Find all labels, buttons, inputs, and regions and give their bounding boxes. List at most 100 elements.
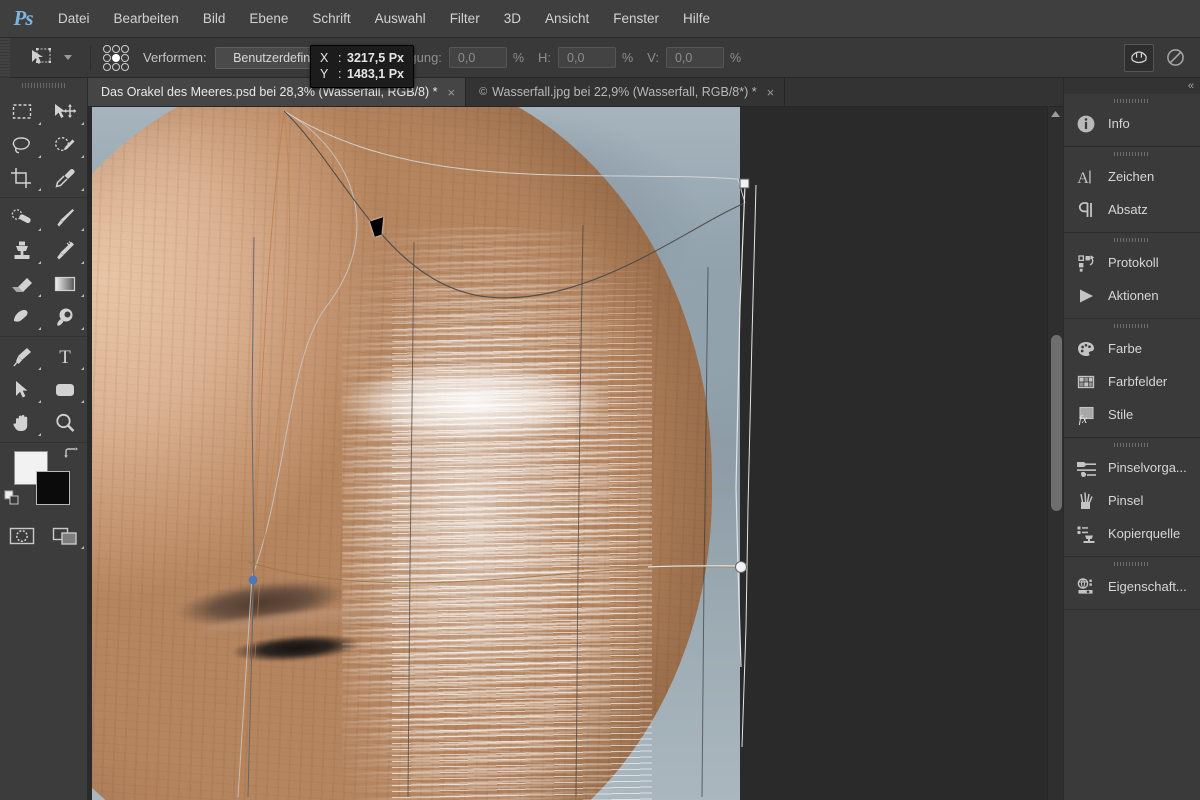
styles-fx-icon: fx: [1075, 404, 1097, 426]
ref-pt-ml[interactable]: [103, 53, 111, 62]
dock-group-grip[interactable]: [1064, 147, 1200, 160]
background-color-swatch[interactable]: [36, 471, 70, 505]
eraser-tool[interactable]: [0, 267, 44, 300]
flyout-corner: [37, 261, 41, 264]
menu-item-ebene[interactable]: Ebene: [237, 0, 300, 38]
warp-mode-toggle-icon[interactable]: [1124, 43, 1154, 72]
crop-tool[interactable]: [0, 161, 44, 194]
pen-tool[interactable]: [0, 340, 44, 373]
flyout-corner: [81, 261, 84, 264]
cancel-transform-icon[interactable]: [1160, 44, 1190, 72]
eyedropper-tool[interactable]: [44, 161, 88, 194]
panel-button-protokoll[interactable]: Protokoll: [1064, 246, 1200, 279]
flyout-corner: [37, 433, 41, 436]
close-icon[interactable]: ×: [447, 86, 455, 99]
artboard[interactable]: [92, 107, 740, 800]
lasso-tool[interactable]: [0, 128, 44, 161]
quick-selection-tool[interactable]: [44, 128, 88, 161]
quick-mask-button[interactable]: [0, 519, 44, 552]
flyout-corner: [37, 367, 41, 370]
ref-pt-center[interactable]: [112, 53, 120, 62]
blur-tool[interactable]: [0, 300, 44, 333]
ref-pt-tl[interactable]: [103, 44, 111, 53]
v-input[interactable]: 0,0: [665, 47, 724, 68]
swap-colors-icon[interactable]: [64, 447, 79, 465]
ref-pt-tc[interactable]: [112, 44, 120, 53]
move-transform-icon[interactable]: [24, 44, 58, 72]
tooltip-y-key: Y: [320, 67, 329, 81]
ref-pt-bl[interactable]: [103, 62, 111, 71]
menu-item-3d[interactable]: 3D: [492, 0, 533, 38]
scroll-up-arrow[interactable]: [1048, 107, 1063, 121]
panel-button-pinselvorgaben[interactable]: Pinselvorga...: [1064, 451, 1200, 484]
flyout-corner: [37, 327, 41, 330]
tools-panel-grip[interactable]: [0, 78, 87, 92]
menu-item-hilfe[interactable]: Hilfe: [671, 0, 722, 38]
menu-item-fenster[interactable]: Fenster: [601, 0, 671, 38]
actions-play-icon: [1075, 285, 1097, 307]
canvas-area[interactable]: [88, 107, 1044, 800]
panel-button-aktionen[interactable]: Aktionen: [1064, 279, 1200, 312]
document-tab-wasserfall[interactable]: © Wasserfall.jpg bei 22,9% (Wasserfall, …: [466, 78, 786, 106]
panel-button-kopierquelle[interactable]: Kopierquelle: [1064, 517, 1200, 550]
dock-collapse-button[interactable]: «: [1064, 78, 1200, 94]
rectangle-shape-tool[interactable]: [44, 373, 88, 406]
dock-group-grip[interactable]: [1064, 557, 1200, 570]
menu-item-schrift[interactable]: Schrift: [300, 0, 362, 38]
photoshop-logo: Ps: [13, 6, 34, 30]
dock-group-type: A Zeichen Absatz: [1064, 147, 1200, 233]
menu-item-auswahl[interactable]: Auswahl: [363, 0, 438, 38]
bend-percent-symbol: %: [512, 50, 525, 65]
reference-point-grid[interactable]: [103, 44, 129, 71]
canvas-vertical-scrollbar[interactable]: [1047, 107, 1063, 800]
coordinates-tooltip: X : 3217,5 Px Y : 1483,1 Px: [310, 45, 414, 88]
type-tool[interactable]: T: [44, 340, 88, 373]
path-selection-tool[interactable]: [0, 373, 44, 406]
menu-item-bild[interactable]: Bild: [191, 0, 238, 38]
panel-button-eigenschaften[interactable]: Eigenschaft...: [1064, 570, 1200, 603]
move-tool[interactable]: [44, 95, 88, 128]
panel-label: Farbe: [1108, 341, 1142, 356]
flyout-corner: [37, 188, 41, 191]
panel-button-info[interactable]: Info: [1064, 107, 1200, 140]
dock-group-grip[interactable]: [1064, 319, 1200, 332]
dock-group-grip[interactable]: [1064, 94, 1200, 107]
spot-healing-brush-tool[interactable]: [0, 201, 44, 234]
panel-button-pinsel[interactable]: Pinsel: [1064, 484, 1200, 517]
h-input[interactable]: 0,0: [558, 47, 617, 68]
ref-pt-tr[interactable]: [121, 44, 129, 53]
zoom-tool[interactable]: [44, 406, 88, 439]
ref-pt-br[interactable]: [121, 62, 129, 71]
panel-label: Protokoll: [1108, 255, 1159, 270]
chevron-double-left-icon[interactable]: «: [1188, 80, 1194, 92]
panel-button-farbfelder[interactable]: Farbfelder: [1064, 365, 1200, 398]
rectangular-marquee-tool[interactable]: [0, 95, 44, 128]
options-bar-grip[interactable]: [0, 37, 10, 78]
panel-button-absatz[interactable]: Absatz: [1064, 193, 1200, 226]
dock-group-grip[interactable]: [1064, 438, 1200, 451]
gradient-tool[interactable]: [44, 267, 88, 300]
history-brush-tool[interactable]: [44, 234, 88, 267]
scrollbar-thumb[interactable]: [1051, 335, 1062, 511]
screen-mode-button[interactable]: [44, 519, 88, 552]
clone-stamp-tool[interactable]: [0, 234, 44, 267]
brush-tool[interactable]: [44, 201, 88, 234]
flyout-corner: [81, 155, 84, 158]
menu-item-bearbeiten[interactable]: Bearbeiten: [102, 0, 191, 38]
dodge-tool[interactable]: [44, 300, 88, 333]
hand-tool[interactable]: [0, 406, 44, 439]
ref-pt-mr[interactable]: [121, 53, 129, 62]
menu-item-datei[interactable]: Datei: [46, 0, 102, 38]
panel-button-zeichen[interactable]: A Zeichen: [1064, 160, 1200, 193]
ref-pt-bc[interactable]: [112, 62, 120, 71]
close-icon[interactable]: ×: [767, 86, 775, 99]
panel-button-stile[interactable]: fx Stile: [1064, 398, 1200, 431]
menu-item-ansicht[interactable]: Ansicht: [533, 0, 601, 38]
panel-button-farbe[interactable]: Farbe: [1064, 332, 1200, 365]
default-colors-icon[interactable]: [4, 490, 20, 509]
bend-input[interactable]: 0,0: [448, 47, 507, 68]
tab-title: Wasserfall.jpg bei 22,9% (Wasserfall, RG…: [492, 85, 757, 99]
menu-item-filter[interactable]: Filter: [438, 0, 492, 38]
dock-group-grip[interactable]: [1064, 233, 1200, 246]
tool-preset-chevron-down-icon[interactable]: [64, 55, 72, 60]
